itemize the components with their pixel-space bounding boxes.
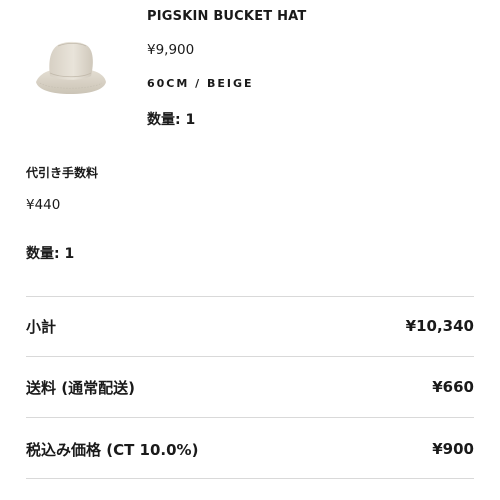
product-quantity: 数量: 1	[147, 112, 196, 128]
shipping-label: 送料 (通常配送)	[26, 378, 135, 397]
tax-value: ¥900	[432, 440, 474, 458]
cod-fee-name: 代引き手数料	[26, 166, 99, 180]
divider	[26, 296, 474, 297]
tax-label: 税込み価格 (CT 10.0%)	[26, 440, 199, 459]
shipping-row: 送料 (通常配送) ¥660	[26, 376, 474, 398]
subtotal-row: 小計 ¥10,340	[26, 315, 474, 337]
tax-row: 税込み価格 (CT 10.0%) ¥900	[26, 438, 474, 460]
product-price: ¥9,900	[147, 42, 195, 58]
cod-fee-price: ¥440	[26, 197, 61, 213]
subtotal-value: ¥10,340	[405, 317, 474, 335]
subtotal-label: 小計	[26, 317, 57, 336]
shipping-value: ¥660	[432, 378, 474, 396]
cod-fee-quantity: 数量: 1	[26, 246, 75, 262]
product-variant: 60CM / BEIGE	[147, 77, 254, 90]
bucket-hat-image[interactable]	[28, 26, 112, 110]
divider	[26, 356, 474, 357]
product-name[interactable]: PIGSKIN BUCKET HAT	[147, 9, 306, 24]
divider	[26, 417, 474, 418]
divider	[26, 478, 474, 479]
